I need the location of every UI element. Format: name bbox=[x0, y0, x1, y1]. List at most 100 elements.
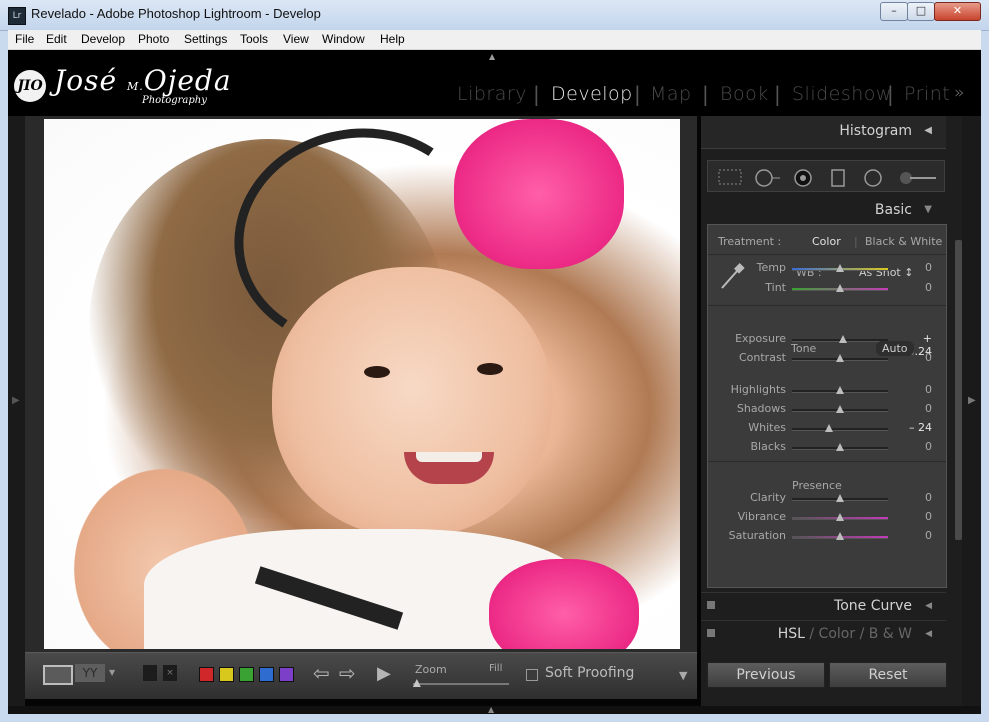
close-button[interactable]: ✕ bbox=[934, 2, 981, 21]
slider-thumb-saturation[interactable] bbox=[836, 532, 844, 540]
hsl-panel-header[interactable]: HSL / Color / B & W ◀ bbox=[701, 620, 946, 647]
filmstrip-toggle-icon[interactable]: ▲ bbox=[488, 705, 494, 714]
color-label-red[interactable] bbox=[199, 667, 214, 682]
slider-label-contrast: Contrast bbox=[738, 351, 786, 364]
zoom-slider[interactable] bbox=[413, 683, 509, 685]
module-map[interactable]: Map bbox=[650, 83, 692, 105]
graduated-filter-icon[interactable] bbox=[830, 169, 846, 187]
menu-edit[interactable]: Edit bbox=[46, 32, 67, 46]
slider-value-clarity[interactable]: 0 bbox=[898, 491, 932, 504]
collapse-triangle-icon[interactable]: ◀ bbox=[924, 125, 932, 136]
module-library[interactable]: Library bbox=[457, 83, 527, 105]
play-icon[interactable]: ▶ bbox=[377, 663, 391, 684]
module-slideshow[interactable]: Slideshow bbox=[792, 83, 892, 105]
slider-value-blacks[interactable]: 0 bbox=[898, 440, 932, 453]
top-panel-toggle-icon[interactable]: ▲ bbox=[489, 52, 495, 61]
slider-thumb-exposure[interactable] bbox=[838, 335, 847, 343]
basic-title: Basic bbox=[874, 202, 912, 218]
slider-thumb-temp[interactable] bbox=[836, 264, 844, 272]
tab-hsl[interactable]: HSL bbox=[778, 626, 805, 642]
slider-value-shadows[interactable]: 0 bbox=[898, 402, 932, 415]
identity-plate-subtitle: Photography bbox=[142, 95, 207, 106]
more-modules-icon[interactable]: » bbox=[954, 83, 965, 103]
menu-develop[interactable]: Develop bbox=[81, 32, 125, 46]
color-label-yellow[interactable] bbox=[219, 667, 234, 682]
menu-photo[interactable]: Photo bbox=[138, 32, 169, 46]
menu-help[interactable]: Help bbox=[380, 32, 405, 46]
panel-on-off-switch[interactable] bbox=[707, 629, 715, 637]
slider-value-highlights[interactable]: 0 bbox=[898, 383, 932, 396]
menu-view[interactable]: View bbox=[283, 32, 309, 46]
module-develop[interactable]: Develop bbox=[551, 83, 633, 105]
expand-triangle-icon[interactable]: ▼ bbox=[924, 204, 932, 215]
right-panel-scrollbar[interactable] bbox=[955, 240, 962, 540]
slider-label-vibrance: Vibrance bbox=[737, 510, 786, 523]
previous-photo-icon[interactable]: ⇦ bbox=[313, 661, 330, 685]
treatment-color-option[interactable]: Color bbox=[812, 235, 841, 248]
tone-curve-panel-header[interactable]: Tone Curve ◀ bbox=[701, 592, 946, 619]
slider-value-tint[interactable]: 0 bbox=[898, 281, 932, 294]
module-book[interactable]: Book bbox=[720, 83, 769, 105]
basic-panel: Treatment : Color | Black & White WB : A… bbox=[707, 224, 947, 588]
eyedropper-icon[interactable] bbox=[718, 261, 746, 291]
slider-value-vibrance[interactable]: 0 bbox=[898, 510, 932, 523]
right-panel-edge[interactable] bbox=[962, 116, 981, 706]
slider-thumb-blacks[interactable] bbox=[836, 443, 844, 451]
develop-toolbar: YY ▼ × ⇦ ⇨ ▶ Zoom Fill Soft Proofing ▼ bbox=[25, 652, 697, 699]
menu-file[interactable]: File bbox=[15, 32, 34, 46]
slider-thumb-vibrance[interactable] bbox=[836, 513, 844, 521]
collapse-triangle-icon[interactable]: ◀ bbox=[925, 629, 932, 639]
before-after-view-button[interactable]: YY bbox=[75, 664, 105, 682]
panel-on-off-switch[interactable] bbox=[707, 601, 715, 609]
slider-thumb-whites[interactable] bbox=[825, 424, 834, 432]
soft-proofing-checkbox[interactable] bbox=[526, 669, 538, 681]
histogram-title: Histogram bbox=[839, 123, 912, 139]
menu-settings[interactable]: Settings bbox=[184, 32, 227, 46]
flag-reject-icon[interactable]: × bbox=[163, 665, 177, 681]
flag-pick-icon[interactable] bbox=[143, 665, 157, 681]
left-panel-collapsed[interactable] bbox=[8, 116, 25, 706]
photo-preview[interactable] bbox=[44, 119, 680, 649]
loupe-view-button[interactable] bbox=[43, 665, 73, 685]
right-panel-toggle-icon[interactable]: ▶ bbox=[968, 395, 976, 406]
slider-label-exposure: Exposure bbox=[735, 332, 786, 345]
treatment-label: Treatment : bbox=[718, 235, 782, 248]
slider-value-saturation[interactable]: 0 bbox=[898, 529, 932, 542]
reset-button[interactable]: Reset bbox=[829, 662, 947, 688]
left-panel-toggle-icon[interactable]: ▶ bbox=[12, 395, 20, 406]
basic-panel-header[interactable]: Basic ▼ bbox=[701, 198, 946, 222]
presence-label: Presence bbox=[792, 479, 842, 492]
tab-color[interactable]: Color bbox=[819, 626, 856, 642]
previous-button[interactable]: Previous bbox=[707, 662, 825, 688]
slider-thumb-shadows[interactable] bbox=[836, 405, 844, 413]
auto-tone-button[interactable]: Auto bbox=[876, 341, 914, 356]
toolbar-menu-icon[interactable]: ▼ bbox=[679, 669, 687, 682]
color-label-purple[interactable] bbox=[279, 667, 294, 682]
red-eye-icon[interactable] bbox=[792, 169, 814, 187]
tab-bw[interactable]: B & W bbox=[869, 626, 912, 642]
treatment-bw-option[interactable]: Black & White bbox=[865, 235, 942, 248]
color-label-blue[interactable] bbox=[259, 667, 274, 682]
spot-removal-icon[interactable] bbox=[754, 169, 782, 187]
adjustment-brush-icon[interactable] bbox=[898, 169, 938, 187]
menu-tools[interactable]: Tools bbox=[240, 32, 268, 46]
slider-value-whites[interactable]: – 24 bbox=[898, 421, 932, 434]
slider-thumb-highlights[interactable] bbox=[836, 386, 844, 394]
crop-overlay-icon[interactable] bbox=[718, 169, 742, 185]
color-label-green[interactable] bbox=[239, 667, 254, 682]
filmstrip-collapsed[interactable] bbox=[8, 706, 981, 714]
slider-thumb-contrast[interactable] bbox=[836, 354, 844, 362]
slider-thumb-clarity[interactable] bbox=[836, 494, 844, 502]
radial-filter-icon[interactable] bbox=[862, 169, 884, 187]
module-print[interactable]: Print bbox=[904, 83, 950, 105]
menu-window[interactable]: Window bbox=[322, 32, 365, 46]
next-photo-icon[interactable]: ⇨ bbox=[339, 661, 356, 685]
slider-value-temp[interactable]: 0 bbox=[898, 261, 932, 274]
maximize-button[interactable]: □ bbox=[907, 2, 935, 21]
collapse-triangle-icon[interactable]: ◀ bbox=[925, 601, 932, 611]
chevron-down-icon[interactable]: ▼ bbox=[109, 668, 115, 677]
minimize-button[interactable]: – bbox=[880, 2, 908, 21]
slider-track-whites[interactable] bbox=[792, 428, 888, 431]
histogram-panel-header[interactable]: Histogram ◀ bbox=[701, 116, 946, 149]
slider-thumb-tint[interactable] bbox=[836, 284, 844, 292]
